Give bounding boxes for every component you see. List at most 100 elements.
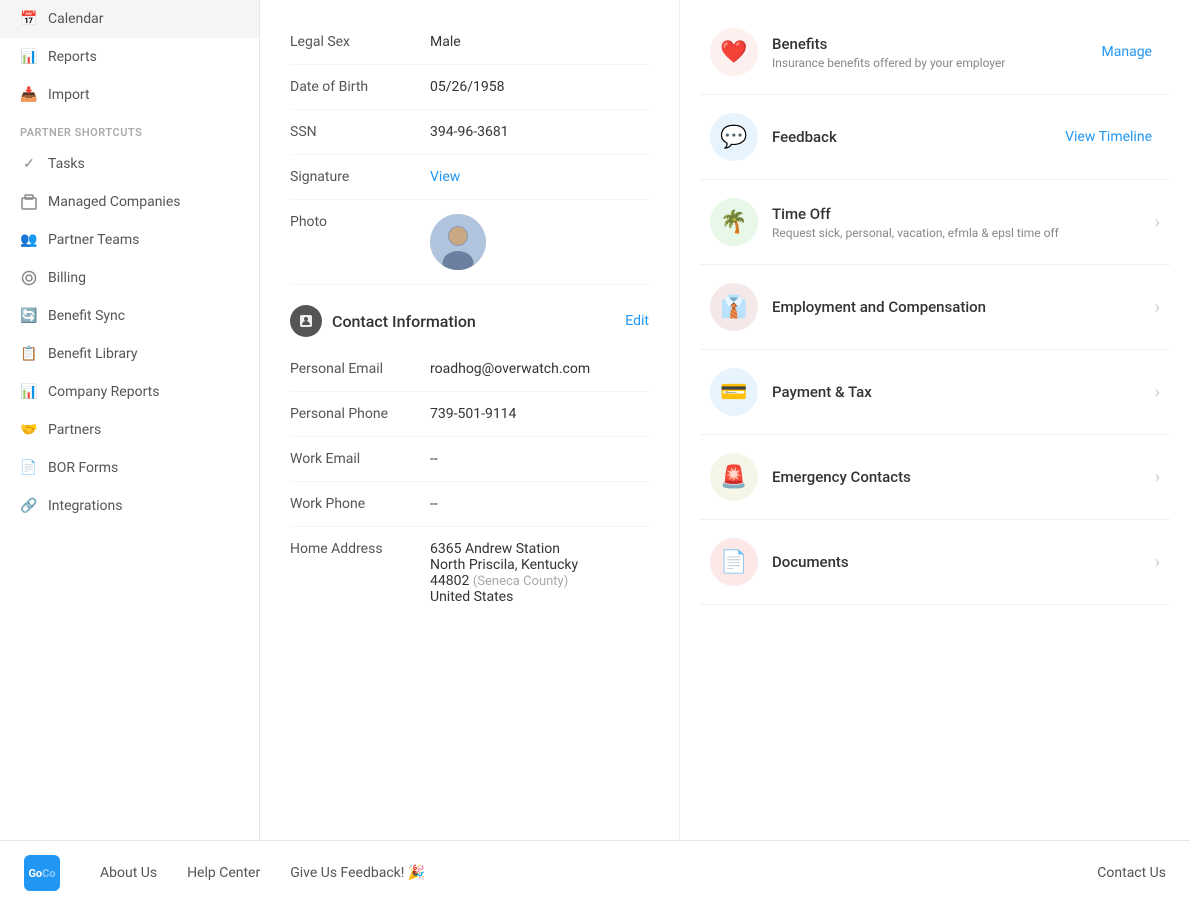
documents-card[interactable]: 📄 Documents › (700, 520, 1170, 605)
sidebar-item-billing[interactable]: Billing (0, 259, 259, 297)
benefits-icon: ❤️ (710, 28, 758, 76)
sidebar-item-benefit-sync[interactable]: 🔄 Benefit Sync (0, 297, 259, 335)
time-off-subtitle: Request sick, personal, vacation, efmla … (772, 226, 1155, 240)
work-email-row: Work Email -- (290, 437, 649, 482)
footer-links: About Us Help Center Give Us Feedback! 🎉 (100, 865, 425, 881)
home-address-value: 6365 Andrew Station North Priscila, Kent… (430, 541, 649, 605)
feedback-card: 💬 Feedback View Timeline (700, 95, 1170, 180)
sidebar-item-integrations[interactable]: 🔗 Integrations (0, 487, 259, 525)
emergency-contacts-icon: 🚨 (710, 453, 758, 501)
sidebar-item-company-reports[interactable]: 📊 Company Reports (0, 373, 259, 411)
personal-email-row: Personal Email roadhog@overwatch.com (290, 347, 649, 392)
sidebar-item-import[interactable]: 📥 Import (0, 76, 259, 114)
partner-teams-icon: 👥 (20, 231, 38, 249)
home-address-label: Home Address (290, 541, 430, 605)
contact-info-title: Contact Information (332, 312, 615, 331)
documents-body: Documents (772, 553, 1155, 571)
sidebar-item-partner-teams[interactable]: 👥 Partner Teams (0, 221, 259, 259)
benefit-sync-icon: 🔄 (20, 307, 38, 325)
give-feedback-link[interactable]: Give Us Feedback! 🎉 (290, 865, 425, 881)
employment-title: Employment and Compensation (772, 298, 1155, 316)
personal-phone-label: Personal Phone (290, 406, 430, 422)
employment-icon: 👔 (710, 283, 758, 331)
benefits-manage-button[interactable]: Manage (1102, 44, 1152, 60)
managed-companies-icon (20, 193, 38, 211)
payment-icon: 💳 (710, 368, 758, 416)
documents-icon: 📄 (710, 538, 758, 586)
benefit-library-icon: 📋 (20, 345, 38, 363)
tasks-icon: ✓ (20, 155, 38, 173)
signature-label: Signature (290, 169, 430, 185)
employment-card[interactable]: 👔 Employment and Compensation › (700, 265, 1170, 350)
payment-title: Payment & Tax (772, 383, 1155, 401)
payment-chevron-icon: › (1155, 382, 1160, 403)
work-email-value: -- (430, 451, 649, 467)
employment-chevron-icon: › (1155, 297, 1160, 318)
feedback-body: Feedback (772, 128, 1065, 146)
payment-card[interactable]: 💳 Payment & Tax › (700, 350, 1170, 435)
legal-sex-value: Male (430, 34, 649, 50)
home-address-row: Home Address 6365 Andrew Station North P… (290, 527, 649, 619)
work-phone-label: Work Phone (290, 496, 430, 512)
sidebar-item-calendar[interactable]: 📅 Calendar (0, 0, 259, 38)
time-off-icon: 🌴 (710, 198, 758, 246)
calendar-icon: 📅 (20, 10, 38, 28)
footer-logo: GoCo (24, 855, 60, 891)
photo-label: Photo (290, 214, 430, 270)
sidebar-item-bor-forms[interactable]: 📄 BOR Forms (0, 449, 259, 487)
dob-row: Date of Birth 05/26/1958 (290, 65, 649, 110)
employment-body: Employment and Compensation (772, 298, 1155, 316)
documents-chevron-icon: › (1155, 552, 1160, 573)
feedback-icon: 💬 (710, 113, 758, 161)
sidebar-item-partners[interactable]: 🤝 Partners (0, 411, 259, 449)
sidebar-item-benefit-library[interactable]: 📋 Benefit Library (0, 335, 259, 373)
integrations-icon: 🔗 (20, 497, 38, 515)
photo-row: Photo (290, 200, 649, 285)
emergency-contacts-title: Emergency Contacts (772, 468, 1155, 486)
feedback-view-timeline-button[interactable]: View Timeline (1065, 129, 1152, 145)
personal-phone-value: 739-501-9114 (430, 406, 649, 422)
benefits-subtitle: Insurance benefits offered by your emplo… (772, 56, 1102, 70)
reports-icon: 📊 (20, 48, 38, 66)
about-us-link[interactable]: About Us (100, 865, 157, 881)
sidebar-item-reports[interactable]: 📊 Reports (0, 38, 259, 76)
import-icon: 📥 (20, 86, 38, 104)
dob-label: Date of Birth (290, 79, 430, 95)
time-off-card[interactable]: 🌴 Time Off Request sick, personal, vacat… (700, 180, 1170, 265)
billing-icon (20, 269, 38, 287)
sidebar-item-tasks[interactable]: ✓ Tasks (0, 145, 259, 183)
work-email-label: Work Email (290, 451, 430, 467)
avatar (430, 214, 486, 270)
signature-link[interactable]: View (430, 169, 649, 185)
personal-email-value: roadhog@overwatch.com (430, 361, 649, 377)
personal-phone-row: Personal Phone 739-501-9114 (290, 392, 649, 437)
info-panel: Legal Sex Male Date of Birth 05/26/1958 … (260, 0, 680, 840)
benefits-body: Benefits Insurance benefits offered by y… (772, 35, 1102, 70)
sidebar-item-managed-companies[interactable]: Managed Companies (0, 183, 259, 221)
help-center-link[interactable]: Help Center (187, 865, 260, 881)
emergency-contacts-chevron-icon: › (1155, 467, 1160, 488)
time-off-title: Time Off (772, 205, 1155, 223)
time-off-body: Time Off Request sick, personal, vacatio… (772, 205, 1155, 240)
dob-value: 05/26/1958 (430, 79, 649, 95)
ssn-value: 394-96-3681 (430, 124, 649, 140)
personal-email-label: Personal Email (290, 361, 430, 377)
ssn-row: SSN 394-96-3681 (290, 110, 649, 155)
photo-value (430, 214, 649, 270)
emergency-contacts-card[interactable]: 🚨 Emergency Contacts › (700, 435, 1170, 520)
documents-title: Documents (772, 553, 1155, 571)
emergency-contacts-body: Emergency Contacts (772, 468, 1155, 486)
benefits-title: Benefits (772, 35, 1102, 53)
time-off-chevron-icon: › (1155, 212, 1160, 233)
legal-sex-row: Legal Sex Male (290, 20, 649, 65)
legal-sex-label: Legal Sex (290, 34, 430, 50)
payment-body: Payment & Tax (772, 383, 1155, 401)
partner-shortcuts-label: PARTNER SHORTCUTS (0, 114, 259, 145)
work-phone-row: Work Phone -- (290, 482, 649, 527)
work-phone-value: -- (430, 496, 649, 512)
feedback-title: Feedback (772, 128, 1065, 146)
contact-info-header: Contact Information Edit (290, 305, 649, 337)
footer-right: Contact Us (1097, 865, 1166, 881)
contact-info-edit[interactable]: Edit (625, 313, 649, 329)
contact-us-link[interactable]: Contact Us (1097, 865, 1166, 881)
